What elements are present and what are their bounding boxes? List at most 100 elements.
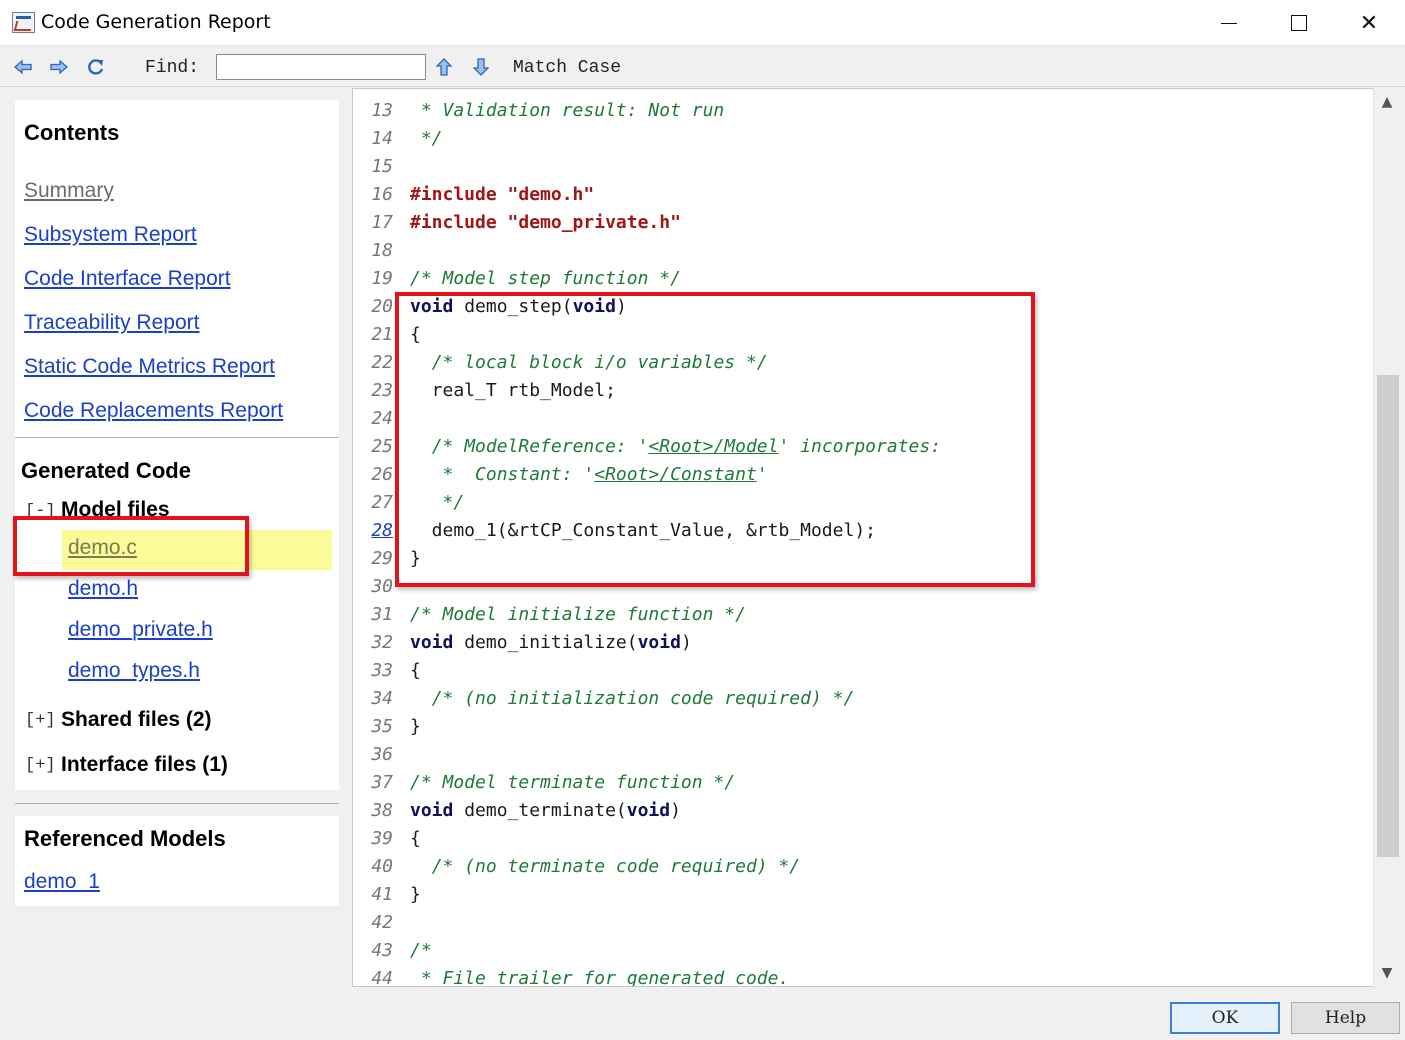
static-code-metrics-report-link[interactable]: Static Code Metrics Report (24, 355, 275, 379)
match-case-option[interactable]: Match Case (513, 58, 621, 78)
line-number: 20 (371, 296, 393, 317)
code-token: { (410, 660, 421, 681)
line-number-link[interactable]: 28 (365, 517, 393, 545)
refresh-icon[interactable] (85, 56, 107, 78)
line-number: 21 (371, 324, 393, 345)
code-text: void demo_initialize(void) (410, 629, 692, 657)
line-number: 25 (371, 436, 393, 457)
code-line: 16 #include "demo.h" (353, 181, 1363, 209)
code-line: 13 * Validation result: Not run (353, 97, 1363, 125)
vertical-scrollbar[interactable]: ▲ ▼ (1373, 88, 1399, 987)
toolbar: Find: Match Case (0, 47, 1405, 87)
dialog-button-bar: OK Help (0, 988, 1405, 1040)
shared-files-expand-toggle[interactable]: [+] (25, 711, 56, 730)
maximize-button[interactable] (1264, 0, 1334, 46)
find-input[interactable] (216, 54, 426, 80)
line-number: 31 (371, 604, 393, 625)
line-number: 27 (371, 492, 393, 513)
code-line: 33 { (353, 657, 1363, 685)
file-link-demo-private-h[interactable]: demo_private.h (68, 618, 213, 642)
scroll-up-icon[interactable]: ▲ (1374, 90, 1400, 114)
summary-link[interactable]: Summary (24, 179, 114, 203)
close-button[interactable]: ✕ (1334, 0, 1404, 46)
comment-token: /* Model step function */ (410, 268, 681, 289)
code-text: /* (410, 937, 432, 965)
scroll-thumb[interactable] (1377, 375, 1399, 857)
preprocessor-token: #include "demo.h" (410, 184, 595, 205)
comment-token: /* Model initialize function */ (410, 604, 746, 625)
code-text: /* (no initialization code required) */ (410, 685, 855, 713)
line-number: 38 (371, 800, 393, 821)
subsystem-report-link[interactable]: Subsystem Report (24, 223, 197, 247)
minimize-button[interactable] (1194, 0, 1264, 46)
referenced-model-link-demo-1[interactable]: demo_1 (24, 870, 100, 894)
contents-section: Contents Summary Subsystem Report Code I… (15, 100, 339, 452)
find-previous-icon[interactable] (433, 56, 455, 78)
referenced-models-section: Referenced Models demo_1 (15, 816, 339, 906)
comment-token: /* (410, 940, 432, 961)
comment-token: /* (no initialization code required) */ (431, 688, 855, 709)
line-number: 26 (371, 464, 393, 485)
code-text: */ (410, 125, 443, 153)
section-divider (15, 437, 339, 438)
interface-files-label[interactable]: Interface files (1) (61, 753, 228, 777)
code-text: #include "demo.h" (410, 181, 594, 209)
scroll-down-icon[interactable]: ▼ (1374, 961, 1400, 985)
file-link-demo-h[interactable]: demo.h (68, 577, 138, 601)
code-text: /* (no terminate code required) */ (410, 853, 800, 881)
code-text: } (410, 713, 421, 741)
find-label: Find: (145, 58, 200, 78)
contents-title: Contents (24, 120, 120, 145)
code-text: #include "demo_private.h" (410, 209, 681, 237)
interface-files-expand-toggle[interactable]: [+] (25, 756, 56, 775)
line-number: 44 (371, 968, 393, 987)
ok-button[interactable]: OK (1170, 1002, 1280, 1034)
code-token: } (410, 716, 421, 737)
preprocessor-token: #include "demo_private.h" (410, 212, 681, 233)
line-number: 13 (371, 100, 393, 121)
line-number: 16 (371, 184, 393, 205)
code-line: 14 */ (353, 125, 1363, 153)
back-arrow-icon[interactable] (12, 56, 34, 78)
code-line: 34 /* (no initialization code required) … (353, 685, 1363, 713)
line-number: 14 (371, 128, 393, 149)
app-icon (12, 12, 35, 33)
code-text: * File trailer for generated code. (410, 965, 790, 987)
traceability-report-link[interactable]: Traceability Report (24, 311, 199, 335)
code-text: * Validation result: Not run (410, 97, 724, 125)
line-number: 33 (371, 660, 393, 681)
line-number: 43 (371, 940, 393, 961)
comment-token: * File trailer for generated code. (410, 968, 790, 987)
line-number: 22 (371, 352, 393, 373)
code-replacements-report-link[interactable]: Code Replacements Report (24, 399, 283, 423)
forward-arrow-icon[interactable] (48, 56, 70, 78)
code-interface-report-link[interactable]: Code Interface Report (24, 267, 231, 291)
keyword-token: void (410, 632, 454, 653)
line-number: 35 (371, 716, 393, 737)
code-token: ) (680, 632, 692, 653)
line-number: 41 (371, 884, 393, 905)
code-line: 18 (353, 237, 1363, 265)
line-number: 18 (371, 240, 393, 261)
line-number: 15 (371, 156, 393, 177)
code-line: 41} (353, 881, 1363, 909)
code-line: 19 /* Model step function */ (353, 265, 1363, 293)
find-next-icon[interactable] (470, 56, 492, 78)
comment-token: */ (410, 128, 443, 149)
line-number: 40 (371, 856, 393, 877)
line-number: 17 (371, 212, 393, 233)
line-number: 37 (371, 772, 393, 793)
file-link-demo-types-h[interactable]: demo_types.h (68, 659, 200, 683)
keyword-token: void (637, 632, 681, 653)
comment-token: * Validation result: Not run (410, 100, 725, 121)
annotation-box-step-function (395, 292, 1035, 587)
help-button[interactable]: Help (1291, 1002, 1400, 1034)
code-text: void demo_terminate(void) (410, 797, 681, 825)
code-line: 36 (353, 741, 1363, 769)
code-line: 32 void demo_initialize(void) (353, 629, 1363, 657)
shared-files-label[interactable]: Shared files (2) (61, 708, 212, 732)
line-number: 24 (371, 408, 393, 429)
window-title: Code Generation Report (41, 11, 271, 33)
